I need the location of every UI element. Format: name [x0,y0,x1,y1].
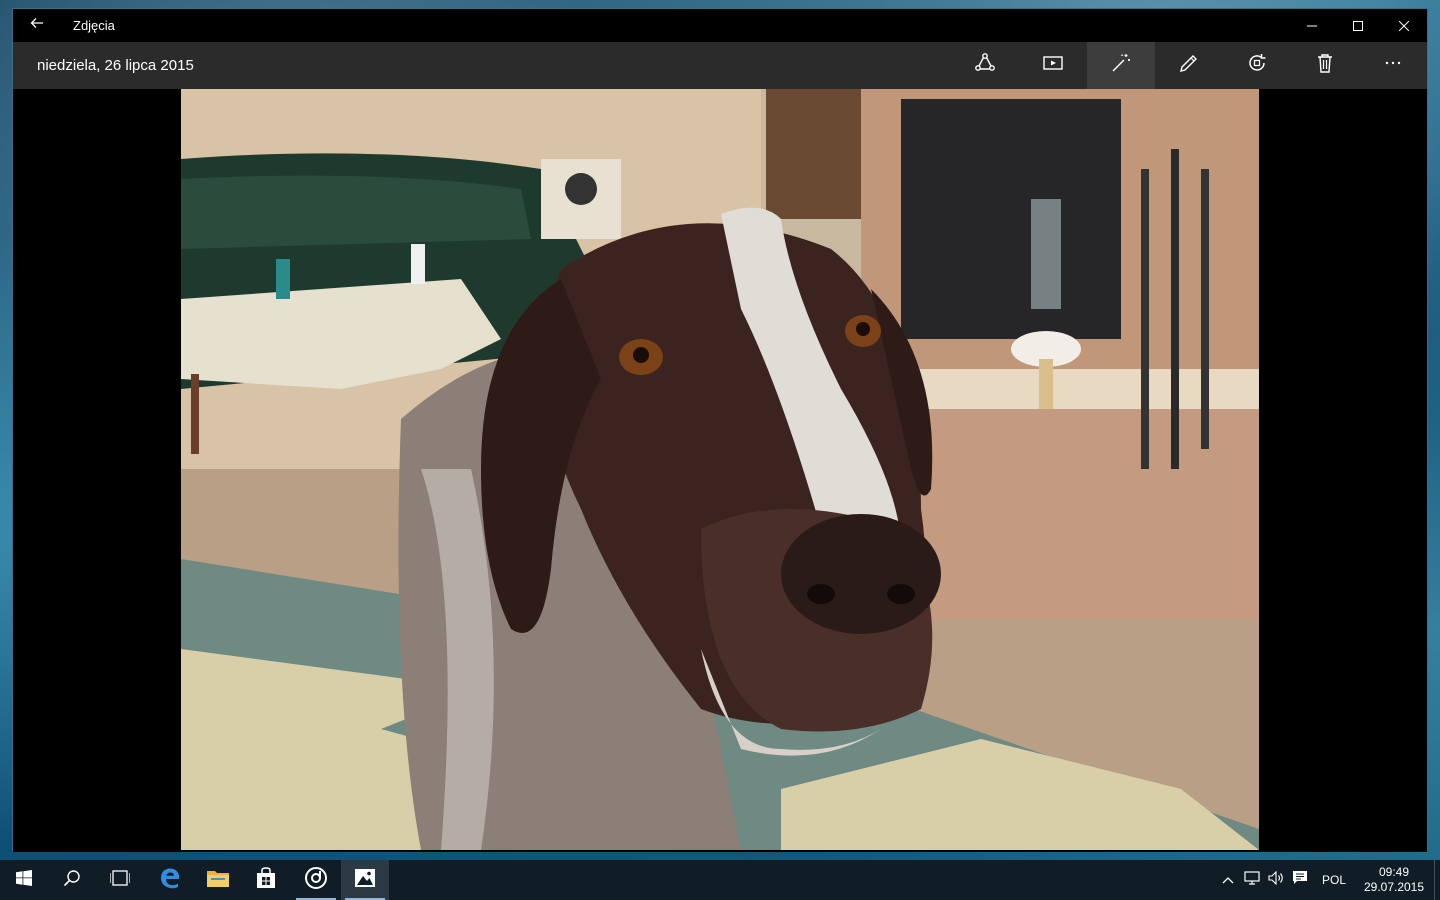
photos-app-window: Zdjęcia niedziela, 26 lipca 2015 [12,8,1428,852]
photos-taskbar-button[interactable] [341,860,389,900]
more-icon [1382,52,1404,79]
volume-button[interactable] [1264,860,1288,900]
chevron-up-icon [1222,871,1234,889]
pencil-icon [1178,52,1200,79]
minimize-button[interactable] [1289,9,1335,42]
maximize-button[interactable] [1335,9,1381,42]
network-icon [1244,870,1260,890]
system-tray: POL 09:49 29.07.2015 [1216,860,1440,900]
rotate-icon [1246,52,1268,79]
close-icon [1398,18,1410,34]
magic-wand-icon [1110,52,1132,79]
app-title: Zdjęcia [73,18,115,33]
speaker-icon [1268,870,1284,890]
share-icon [974,52,996,79]
groove-music-button[interactable] [292,860,340,900]
search-button[interactable] [48,860,96,900]
trash-icon [1314,52,1336,79]
folder-icon [207,869,229,892]
rotate-button[interactable] [1223,42,1291,89]
more-button[interactable] [1359,42,1427,89]
clock-time: 09:49 [1378,865,1410,879]
maximize-icon [1353,18,1363,34]
network-button[interactable] [1240,860,1264,900]
task-view-button[interactable] [96,860,144,900]
dog-photo [181,89,1259,850]
store-button[interactable] [242,860,290,900]
notification-icon [1292,870,1308,890]
slideshow-icon [1042,52,1064,79]
photo-viewer[interactable] [13,89,1427,852]
action-center-button[interactable] [1288,860,1312,900]
window-controls [1289,9,1427,42]
close-button[interactable] [1381,9,1427,42]
share-button[interactable] [951,42,1019,89]
clock-date: 29.07.2015 [1363,880,1425,894]
photos-icon [354,868,376,893]
edit-button[interactable] [1155,42,1223,89]
minimize-icon [1307,18,1317,34]
back-button[interactable] [13,9,61,42]
photo-date: niedziela, 26 lipca 2015 [37,57,194,74]
title-bar: Zdjęcia [13,9,1427,42]
edge-button[interactable] [146,860,194,900]
start-button[interactable] [0,860,48,900]
delete-button[interactable] [1291,42,1359,89]
windows-icon [16,869,32,891]
show-hidden-icons-button[interactable] [1216,860,1240,900]
edge-icon [159,867,181,894]
arrow-left-icon [30,16,44,35]
task-view-icon [109,869,131,891]
input-language[interactable]: POL [1312,873,1356,887]
enhance-button[interactable] [1087,42,1155,89]
taskbar: POL 09:49 29.07.2015 [0,860,1440,900]
slideshow-button[interactable] [1019,42,1087,89]
clock[interactable]: 09:49 29.07.2015 [1356,865,1432,895]
file-explorer-button[interactable] [194,860,242,900]
toolbar-buttons [951,42,1427,89]
store-icon [256,866,276,894]
photo-toolbar: niedziela, 26 lipca 2015 [13,42,1427,89]
show-desktop-button[interactable] [1434,860,1440,900]
groove-music-icon [304,866,328,895]
search-icon [63,869,81,892]
